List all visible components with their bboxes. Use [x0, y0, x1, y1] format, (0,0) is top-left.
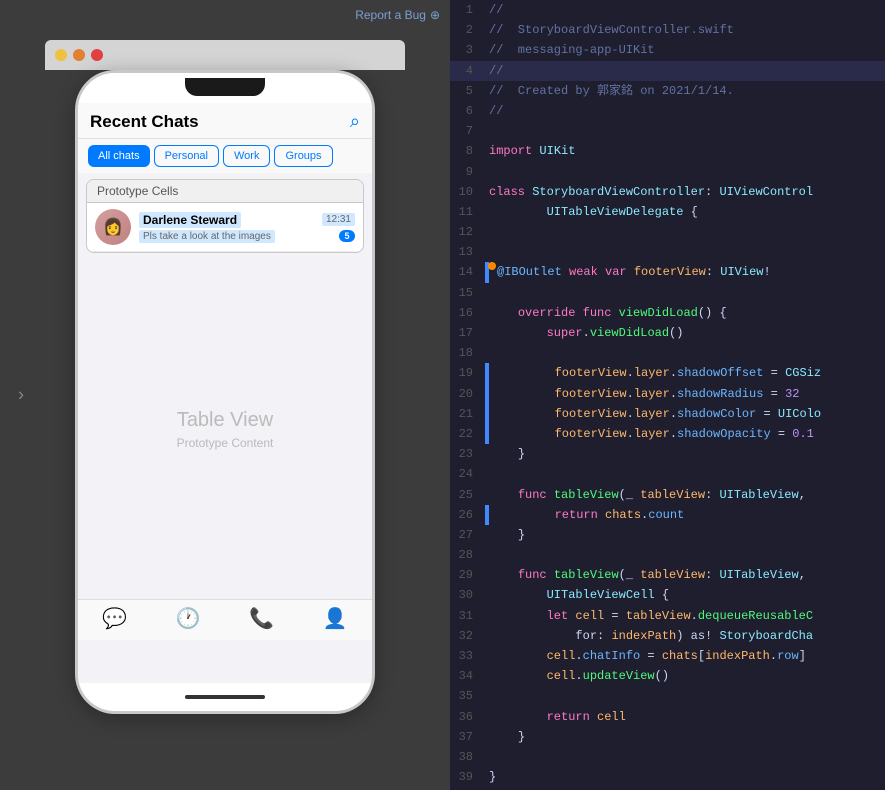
table-view-label: Table View	[177, 409, 273, 432]
avatar: 👩	[95, 209, 131, 245]
report-bug-link[interactable]: Report a Bug ⊕	[355, 8, 440, 22]
tab-calls[interactable]: 📞	[225, 606, 299, 632]
code-line-19: 19 footerView.layer.shadowOffset = CGSiz	[450, 363, 885, 383]
close-button[interactable]	[91, 49, 103, 61]
code-area[interactable]: 1 // 2 // StoryboardViewController.swift…	[450, 0, 885, 790]
simulator-panel: Report a Bug ⊕ › Recent Chats ⌕ All chat…	[0, 0, 450, 790]
code-line-28: 28	[450, 545, 885, 565]
chat-preview: Pls take a look at the images	[139, 230, 275, 243]
code-line-20: 20 footerView.layer.shadowRadius = 32	[450, 384, 885, 404]
code-line-38: 38	[450, 747, 885, 767]
code-line-30: 30 UITableViewCell {	[450, 585, 885, 605]
tab-recent[interactable]: 🕐	[152, 606, 226, 632]
chat-preview-row: Pls take a look at the images 5	[139, 230, 355, 243]
code-line-2: 2 // StoryboardViewController.swift	[450, 20, 885, 40]
code-line-39: 39 }	[450, 767, 885, 787]
segment-personal[interactable]: Personal	[154, 145, 219, 167]
search-icon[interactable]: ⌕	[350, 111, 360, 132]
code-line-17: 17 super.viewDidLoad()	[450, 323, 885, 343]
code-line-31: 31 let cell = tableView.dequeueReusableC	[450, 606, 885, 626]
notch	[185, 78, 265, 96]
window-chrome	[45, 40, 405, 70]
code-line-13: 13	[450, 242, 885, 262]
code-line-12: 12	[450, 222, 885, 242]
chat-name-row: Darlene Steward 12:31	[139, 212, 355, 228]
code-line-7: 7	[450, 121, 885, 141]
chat-info: Darlene Steward 12:31 Pls take a look at…	[139, 212, 355, 243]
tab-profile[interactable]: 👤	[299, 606, 373, 632]
code-line-29: 29 func tableView(_ tableView: UITableVi…	[450, 565, 885, 585]
prototype-section: Prototype Cells 👩 Darlene Steward 12:31 …	[86, 179, 364, 253]
chat-row[interactable]: 👩 Darlene Steward 12:31 Pls take a look …	[87, 203, 363, 252]
code-line-35: 35	[450, 686, 885, 706]
code-line-3: 3 // messaging-app-UIKit	[450, 40, 885, 60]
code-line-25: 25 func tableView(_ tableView: UITableVi…	[450, 485, 885, 505]
code-line-9: 9	[450, 162, 885, 182]
zoom-button[interactable]	[73, 49, 85, 61]
phone-frame: Recent Chats ⌕ All chats Personal Work G…	[75, 70, 375, 714]
code-line-23: 23 }	[450, 444, 885, 464]
avatar-image: 👩	[95, 209, 131, 245]
code-line-21: 21 footerView.layer.shadowColor = UIColo	[450, 404, 885, 424]
code-line-14: 14 @IBOutlet weak var footerView: UIView…	[450, 262, 885, 282]
top-bar: Report a Bug ⊕	[0, 0, 450, 30]
code-line-37: 37 }	[450, 727, 885, 747]
nav-title: Recent Chats	[90, 112, 199, 132]
report-bug-icon: ⊕	[430, 8, 440, 22]
simulator-arrow: ›	[18, 385, 24, 406]
code-editor-panel: 1 // 2 // StoryboardViewController.swift…	[450, 0, 885, 790]
table-view-placeholder: Table View Prototype Content	[78, 259, 372, 599]
phone-top	[78, 73, 372, 103]
chat-tab-icon: 💬	[102, 606, 127, 631]
tab-chats[interactable]: 💬	[78, 606, 152, 632]
nav-bar: Recent Chats ⌕	[78, 103, 372, 139]
prototype-content-label: Prototype Content	[177, 436, 274, 450]
segment-all-chats[interactable]: All chats	[88, 145, 150, 167]
code-line-36: 36 return cell	[450, 707, 885, 727]
code-line-8: 8 import UIKit	[450, 141, 885, 161]
code-line-24: 24	[450, 464, 885, 484]
segment-work[interactable]: Work	[223, 145, 270, 167]
chat-time: 12:31	[322, 213, 355, 226]
code-line-4: 4 //	[450, 61, 885, 81]
code-line-1: 1 //	[450, 0, 885, 20]
app-screen: Recent Chats ⌕ All chats Personal Work G…	[78, 103, 372, 683]
report-bug-label: Report a Bug	[355, 8, 426, 22]
code-line-15: 15	[450, 283, 885, 303]
code-line-22: 22 footerView.layer.shadowOpacity = 0.1	[450, 424, 885, 444]
profile-tab-icon: 👤	[323, 606, 348, 631]
code-line-32: 32 for: indexPath) as! StoryboardCha	[450, 626, 885, 646]
prototype-header: Prototype Cells	[87, 180, 363, 203]
segment-groups[interactable]: Groups	[274, 145, 332, 167]
code-line-26: 26 return chats.count	[450, 505, 885, 525]
code-line-27: 27 }	[450, 525, 885, 545]
home-indicator	[185, 695, 265, 699]
code-line-34: 34 cell.updateView()	[450, 666, 885, 686]
phone-bottom	[78, 683, 372, 711]
unread-badge: 5	[339, 230, 355, 242]
code-line-5: 5 // Created by 郭家銘 on 2021/1/14.	[450, 81, 885, 101]
tab-bar: 💬 🕐 📞 👤	[78, 599, 372, 640]
code-line-10: 10 class StoryboardViewController: UIVie…	[450, 182, 885, 202]
code-line-18: 18	[450, 343, 885, 363]
chat-name: Darlene Steward	[139, 212, 241, 228]
code-line-6: 6 //	[450, 101, 885, 121]
minimize-button[interactable]	[55, 49, 67, 61]
code-line-11: 11 UITableViewDelegate {	[450, 202, 885, 222]
calls-tab-icon: 📞	[249, 606, 274, 631]
segment-control: All chats Personal Work Groups	[78, 139, 372, 173]
recent-tab-icon: 🕐	[176, 606, 201, 631]
code-line-33: 33 cell.chatInfo = chats[indexPath.row]	[450, 646, 885, 666]
code-line-16: 16 override func viewDidLoad() {	[450, 303, 885, 323]
